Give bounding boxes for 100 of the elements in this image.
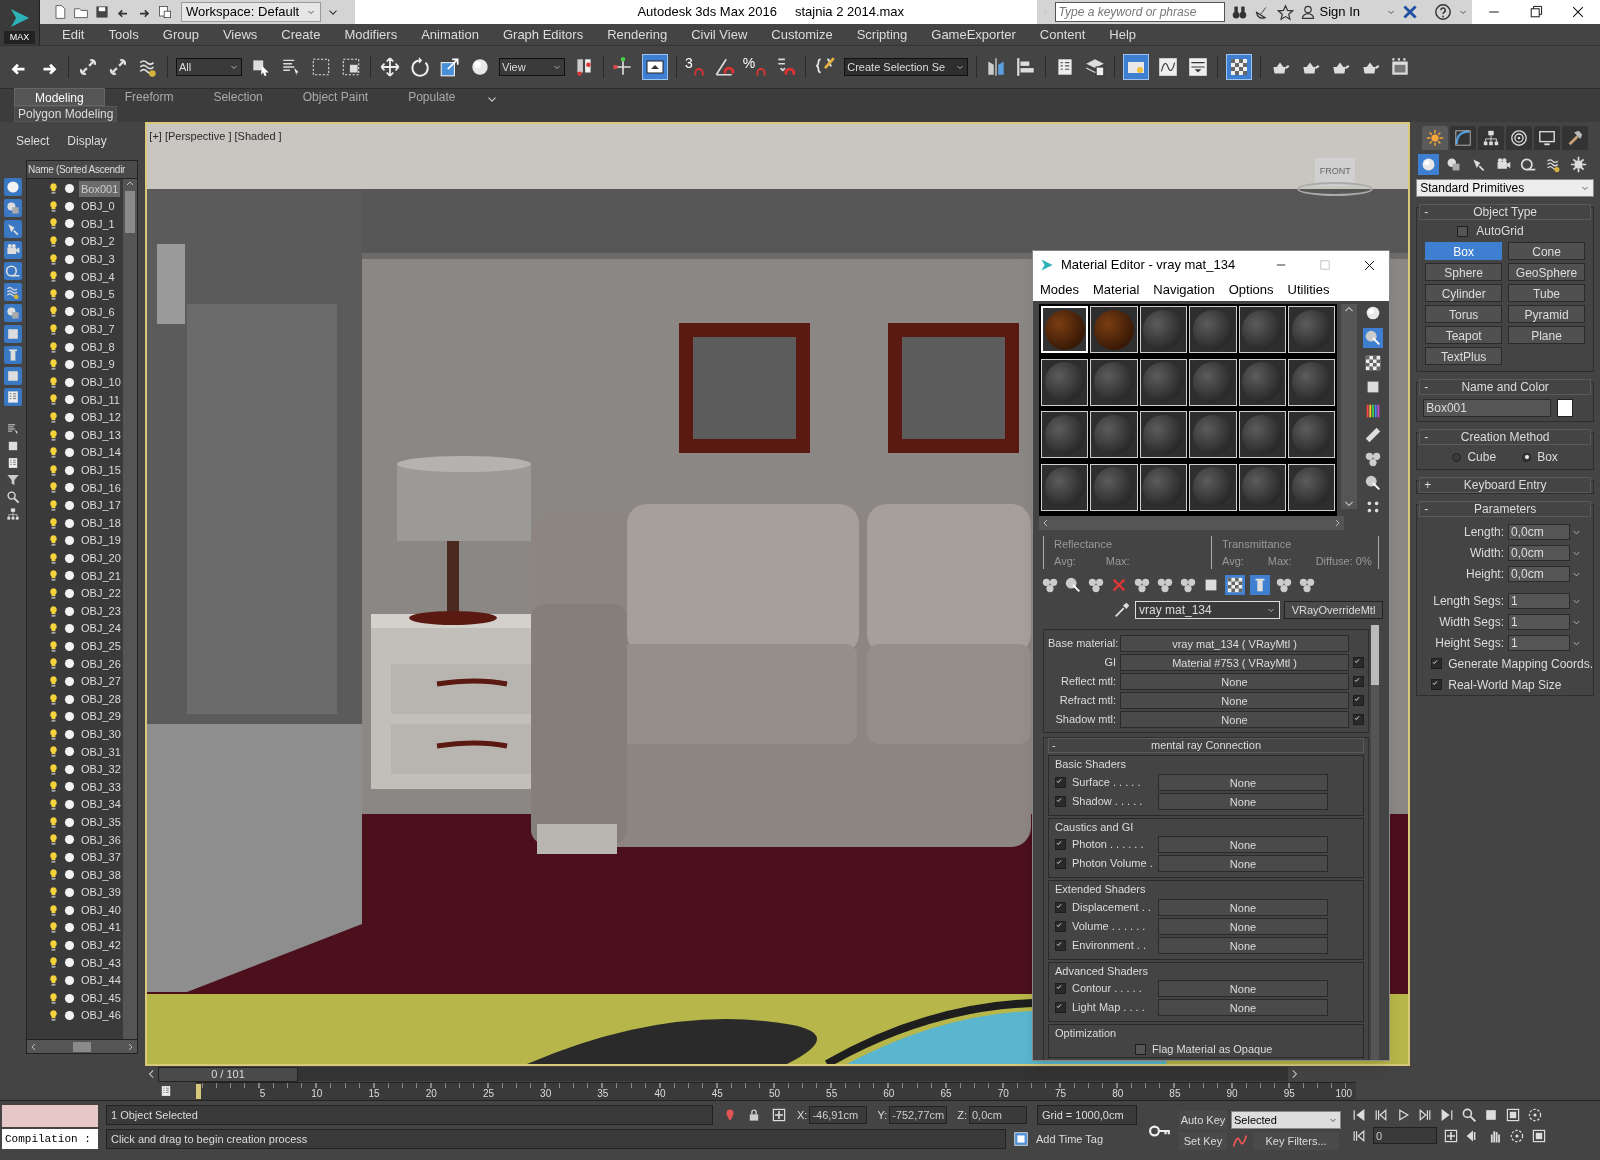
selection-filter-dropdown[interactable]: All: [176, 58, 242, 76]
search-field[interactable]: Type a keyword or phrase: [1054, 2, 1225, 22]
shader-button[interactable]: None: [1158, 936, 1328, 954]
scene-object-item[interactable]: OBJ_6: [79, 303, 117, 321]
viewport-label[interactable]: [Shaded ]: [234, 128, 282, 145]
radio-option[interactable]: Box: [1522, 448, 1558, 466]
primitive-button[interactable]: Pyramid: [1508, 305, 1585, 323]
scene-object-item[interactable]: OBJ_38: [79, 866, 123, 884]
scene-object-item[interactable]: OBJ_23: [79, 602, 123, 620]
set-key-button[interactable]: Set Key: [1179, 1132, 1227, 1150]
scene-object-item[interactable]: OBJ_16: [79, 479, 123, 497]
scene-object-item[interactable]: OBJ_36: [79, 831, 123, 848]
primitive-button[interactable]: Torus: [1425, 305, 1503, 323]
menu-item[interactable]: Modes: [1040, 280, 1080, 300]
scene-object-item[interactable]: OBJ_14: [79, 444, 123, 461]
scene-object-item[interactable]: OBJ_22: [79, 585, 123, 602]
primitive-button[interactable]: Plane: [1508, 326, 1585, 344]
menu-item[interactable]: Edit: [50, 24, 97, 45]
scene-object-item[interactable]: OBJ_12: [79, 409, 123, 426]
menu-item[interactable]: Scripting: [844, 24, 920, 45]
scene-object-item[interactable]: OBJ_31: [79, 743, 123, 761]
viewport-label[interactable]: [+]: [149, 128, 162, 145]
rollout-header[interactable]: + Keyboard Entry: [1419, 477, 1591, 493]
menu-item[interactable]: GameExporter: [919, 24, 1028, 45]
shader-button[interactable]: None: [1158, 917, 1328, 935]
coordinate-field[interactable]: 0,0cm: [969, 1106, 1027, 1124]
shader-button[interactable]: None: [1158, 836, 1328, 853]
material-type-button[interactable]: VRayOverrideMtl: [1284, 601, 1383, 619]
shader-button[interactable]: None: [1158, 999, 1328, 1016]
menu-item[interactable]: Views: [210, 24, 270, 45]
shader-button[interactable]: None: [1158, 898, 1328, 916]
category-dropdown[interactable]: Standard Primitives: [1416, 179, 1594, 197]
scene-object-item[interactable]: OBJ_27: [79, 673, 123, 690]
scene-object-item[interactable]: OBJ_26: [79, 655, 123, 673]
menu-item[interactable]: Utilities: [1287, 280, 1330, 300]
menu-item[interactable]: Customize: [759, 24, 845, 45]
scene-object-item[interactable]: OBJ_29: [79, 708, 123, 725]
number-field[interactable]: 1: [1508, 634, 1570, 651]
material-name-dropdown[interactable]: vray mat_134: [1135, 601, 1280, 619]
scene-object-item[interactable]: OBJ_46: [79, 1007, 123, 1024]
radio-option[interactable]: Cube: [1452, 448, 1497, 466]
material-slot-button[interactable]: None: [1120, 710, 1349, 728]
material-slot-button[interactable]: None: [1120, 672, 1349, 690]
primitive-button[interactable]: Teapot: [1425, 326, 1503, 344]
menu-item[interactable]: Group: [150, 24, 211, 45]
scene-object-item[interactable]: OBJ_15: [79, 462, 123, 479]
scene-object-item[interactable]: OBJ_4: [79, 268, 117, 285]
ribbon-tab[interactable]: Object Paint: [282, 88, 389, 106]
menu-item[interactable]: Navigation: [1153, 280, 1215, 300]
shader-button[interactable]: None: [1158, 773, 1328, 791]
scene-object-item[interactable]: OBJ_40: [79, 901, 123, 919]
add-time-tag-button[interactable]: Add Time Tag: [1036, 1130, 1104, 1148]
number-field[interactable]: 1: [1508, 613, 1570, 630]
listener-output[interactable]: Compilation :: [2, 1129, 98, 1149]
scene-object-item[interactable]: OBJ_24: [79, 620, 123, 637]
rollout-header[interactable]: - Creation Method: [1419, 429, 1591, 445]
primitive-button[interactable]: Sphere: [1425, 263, 1503, 281]
scene-object-item[interactable]: OBJ_33: [79, 778, 123, 796]
snap-toggle-button[interactable]: 3: [685, 56, 705, 78]
number-field[interactable]: 0,0cm: [1508, 565, 1570, 582]
viewcube[interactable]: FRONT: [1315, 158, 1356, 186]
coordinate-field[interactable]: -752,77cm: [889, 1106, 948, 1124]
rollout-header[interactable]: - Object Type: [1419, 204, 1591, 220]
scene-object-item[interactable]: OBJ_39: [79, 884, 123, 901]
shader-button[interactable]: None: [1158, 980, 1328, 997]
key-mode-dropdown[interactable]: Selected: [1231, 1111, 1341, 1129]
menu-item[interactable]: Rendering: [595, 24, 680, 45]
material-slot-button[interactable]: None: [1120, 691, 1349, 709]
primitive-button[interactable]: Cone: [1508, 242, 1585, 260]
scene-object-item[interactable]: OBJ_28: [79, 690, 123, 708]
scene-object-item[interactable]: OBJ_30: [79, 725, 123, 743]
menu-item[interactable]: Modifiers: [332, 24, 410, 45]
scene-object-item[interactable]: OBJ_11: [79, 391, 122, 409]
menu-item[interactable]: Civil View: [679, 24, 760, 45]
scene-object-item[interactable]: OBJ_17: [79, 497, 123, 514]
scene-object-item[interactable]: OBJ_13: [79, 426, 123, 444]
menu-item[interactable]: Tools: [96, 24, 151, 45]
scene-object-item[interactable]: OBJ_35: [79, 813, 123, 831]
number-field[interactable]: 0,0cm: [1508, 544, 1570, 561]
primitive-button[interactable]: GeoSphere: [1508, 263, 1585, 281]
time-slider-track[interactable]: 0 / 101: [158, 1067, 1288, 1081]
scene-object-item[interactable]: OBJ_32: [79, 761, 123, 778]
ribbon-tab[interactable]: Selection: [193, 88, 283, 106]
viewport-label[interactable]: [Perspective ]: [164, 128, 232, 145]
scene-object-item[interactable]: OBJ_18: [79, 514, 123, 532]
shader-button[interactable]: None: [1158, 855, 1328, 872]
menu-item[interactable]: Material: [1093, 280, 1140, 300]
sign-in-button[interactable]: Sign In: [1299, 2, 1360, 22]
menu-item[interactable]: Help: [1097, 24, 1149, 45]
workspace-dropdown[interactable]: Workspace: Default: [181, 2, 321, 22]
scene-object-item[interactable]: OBJ_44: [79, 972, 123, 989]
scene-object-item[interactable]: OBJ_8: [79, 338, 117, 356]
named-selection-dropdown[interactable]: Create Selection Se: [844, 58, 969, 76]
number-field[interactable]: 0,0cm: [1508, 523, 1570, 540]
rollout-header[interactable]: - Parameters: [1419, 501, 1591, 517]
track-bar[interactable]: 5 10 15 20 25 30 35 40 45 50 55 60 65 70 75 80 85 90 95 100: [196, 1082, 1356, 1100]
scene-object-item[interactable]: OBJ_41: [79, 919, 123, 936]
material-slot-button[interactable]: vray mat_134 ( VRayMtl ): [1120, 634, 1349, 652]
key-filters-button[interactable]: Key Filters...: [1253, 1132, 1339, 1150]
name-field[interactable]: Box001: [1423, 399, 1552, 417]
